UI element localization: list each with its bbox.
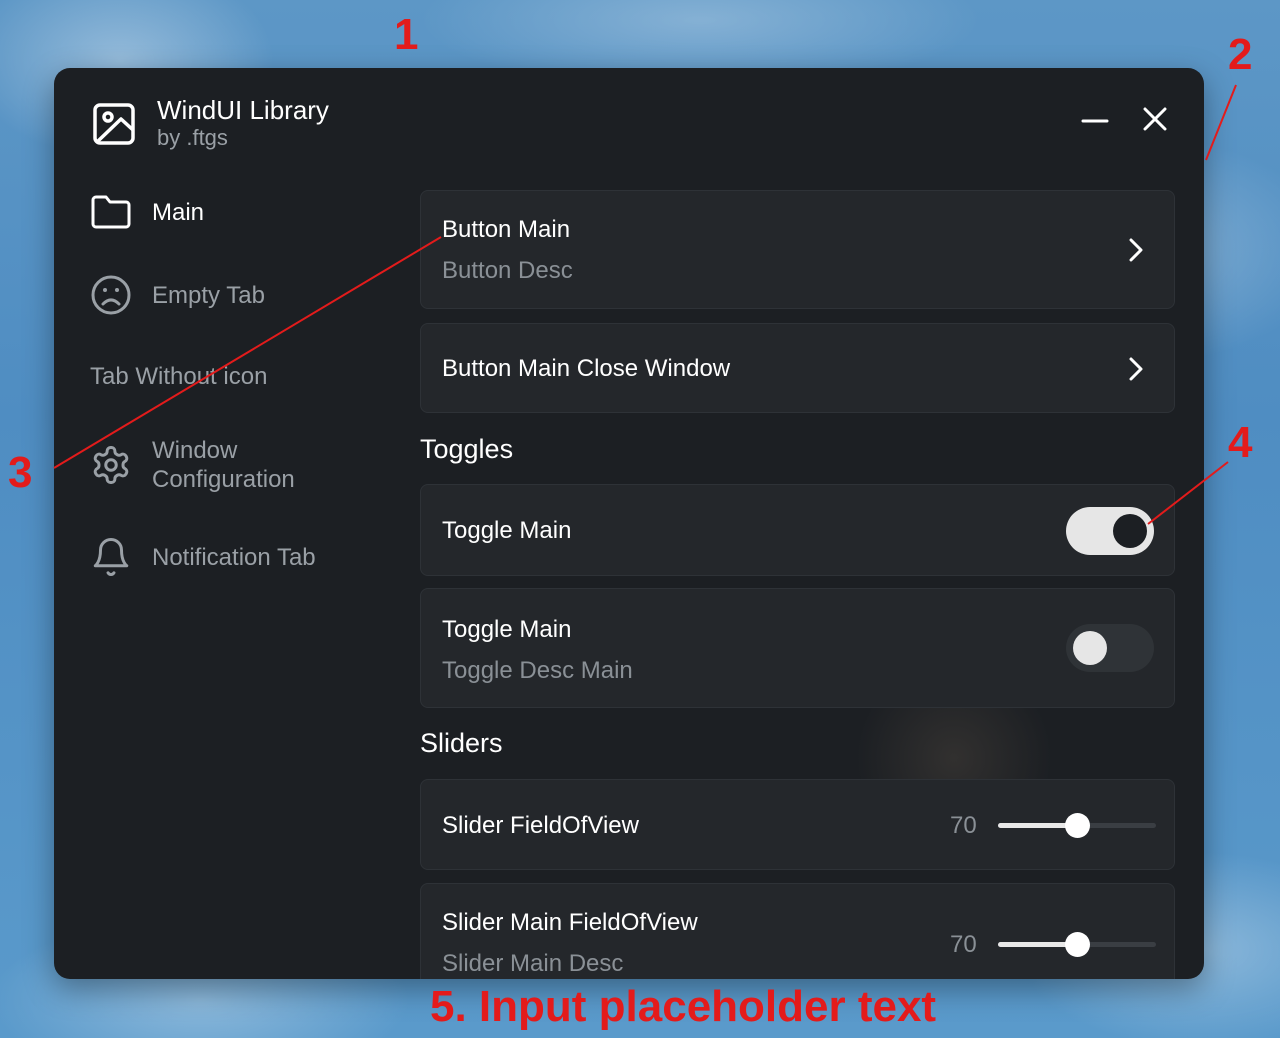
bell-icon <box>90 536 132 578</box>
sidebar-item-label: Main <box>152 198 205 226</box>
button-desc: Button Desc <box>442 257 573 284</box>
sidebar-item-label: Window Configuration <box>152 437 295 493</box>
slider-thumb[interactable] <box>1065 813 1090 838</box>
frown-icon <box>90 274 132 316</box>
window-title: WindUI Library <box>157 95 329 125</box>
slider-thumb[interactable] <box>1065 932 1090 957</box>
chevron-right-icon <box>1129 357 1143 381</box>
sidebar-item-tab-without-icon[interactable]: Tab Without icon <box>90 362 267 391</box>
window-subtitle: by .ftgs <box>157 125 228 150</box>
annotation-label-2: 2 <box>1228 30 1253 79</box>
annotation-label-4: 4 <box>1228 418 1253 467</box>
slider-track[interactable] <box>998 813 1156 838</box>
image-icon <box>93 103 135 145</box>
slider-title: Slider FieldOfView <box>442 812 639 839</box>
slider-track[interactable] <box>998 932 1156 957</box>
toggle-title: Toggle Main <box>442 517 572 544</box>
toggle-knob <box>1073 631 1107 665</box>
toggle-main-1: Toggle Main <box>420 484 1175 576</box>
sidebar-item-window-configuration[interactable]: Window Configuration <box>90 436 295 494</box>
slider-value: 70 <box>950 931 977 958</box>
toggle-main-2: Toggle Main Toggle Desc Main <box>420 588 1175 708</box>
sidebar-item-main[interactable]: Main <box>90 191 204 233</box>
slider-main-fieldofview: Slider Main FieldOfView Slider Main Desc… <box>420 883 1175 979</box>
slider-fieldofview: Slider FieldOfView 70 <box>420 779 1175 870</box>
chevron-right-icon <box>1129 238 1143 262</box>
window: WindUI Library by .ftgs Main Empty Tab T… <box>54 68 1204 979</box>
slider-value: 70 <box>950 812 977 839</box>
toggle-desc: Toggle Desc Main <box>442 657 633 684</box>
sliders-header: Sliders <box>420 728 503 758</box>
annotation-label-1: 1 <box>394 10 419 59</box>
gear-icon <box>90 444 132 486</box>
toggle-switch[interactable] <box>1066 507 1154 555</box>
button-main-close-window[interactable]: Button Main Close Window <box>420 323 1175 413</box>
slider-title: Slider Main FieldOfView <box>442 909 698 936</box>
button-title: Button Main Close Window <box>442 355 731 382</box>
toggle-knob <box>1113 514 1147 548</box>
sidebar-item-label: Empty Tab <box>152 281 265 309</box>
sidebar-item-empty-tab[interactable]: Empty Tab <box>90 274 265 316</box>
toggles-header: Toggles <box>420 434 514 464</box>
slider-desc: Slider Main Desc <box>442 950 624 977</box>
annotation-label-3: 3 <box>8 448 33 497</box>
button-title: Button Main <box>442 216 571 243</box>
sidebar-item-label: Tab Without icon <box>90 363 268 390</box>
minimize-icon[interactable] <box>1080 104 1110 134</box>
close-icon[interactable] <box>1140 104 1170 134</box>
sidebar-item-notification-tab[interactable]: Notification Tab <box>90 536 316 578</box>
folder-icon <box>90 191 132 233</box>
toggle-title: Toggle Main <box>442 616 572 643</box>
annotation-caption: 5. Input placeholder text <box>430 982 937 1031</box>
button-main[interactable]: Button Main Button Desc <box>420 190 1175 309</box>
sidebar-item-label: Notification Tab <box>152 543 316 571</box>
toggle-switch[interactable] <box>1066 624 1154 672</box>
